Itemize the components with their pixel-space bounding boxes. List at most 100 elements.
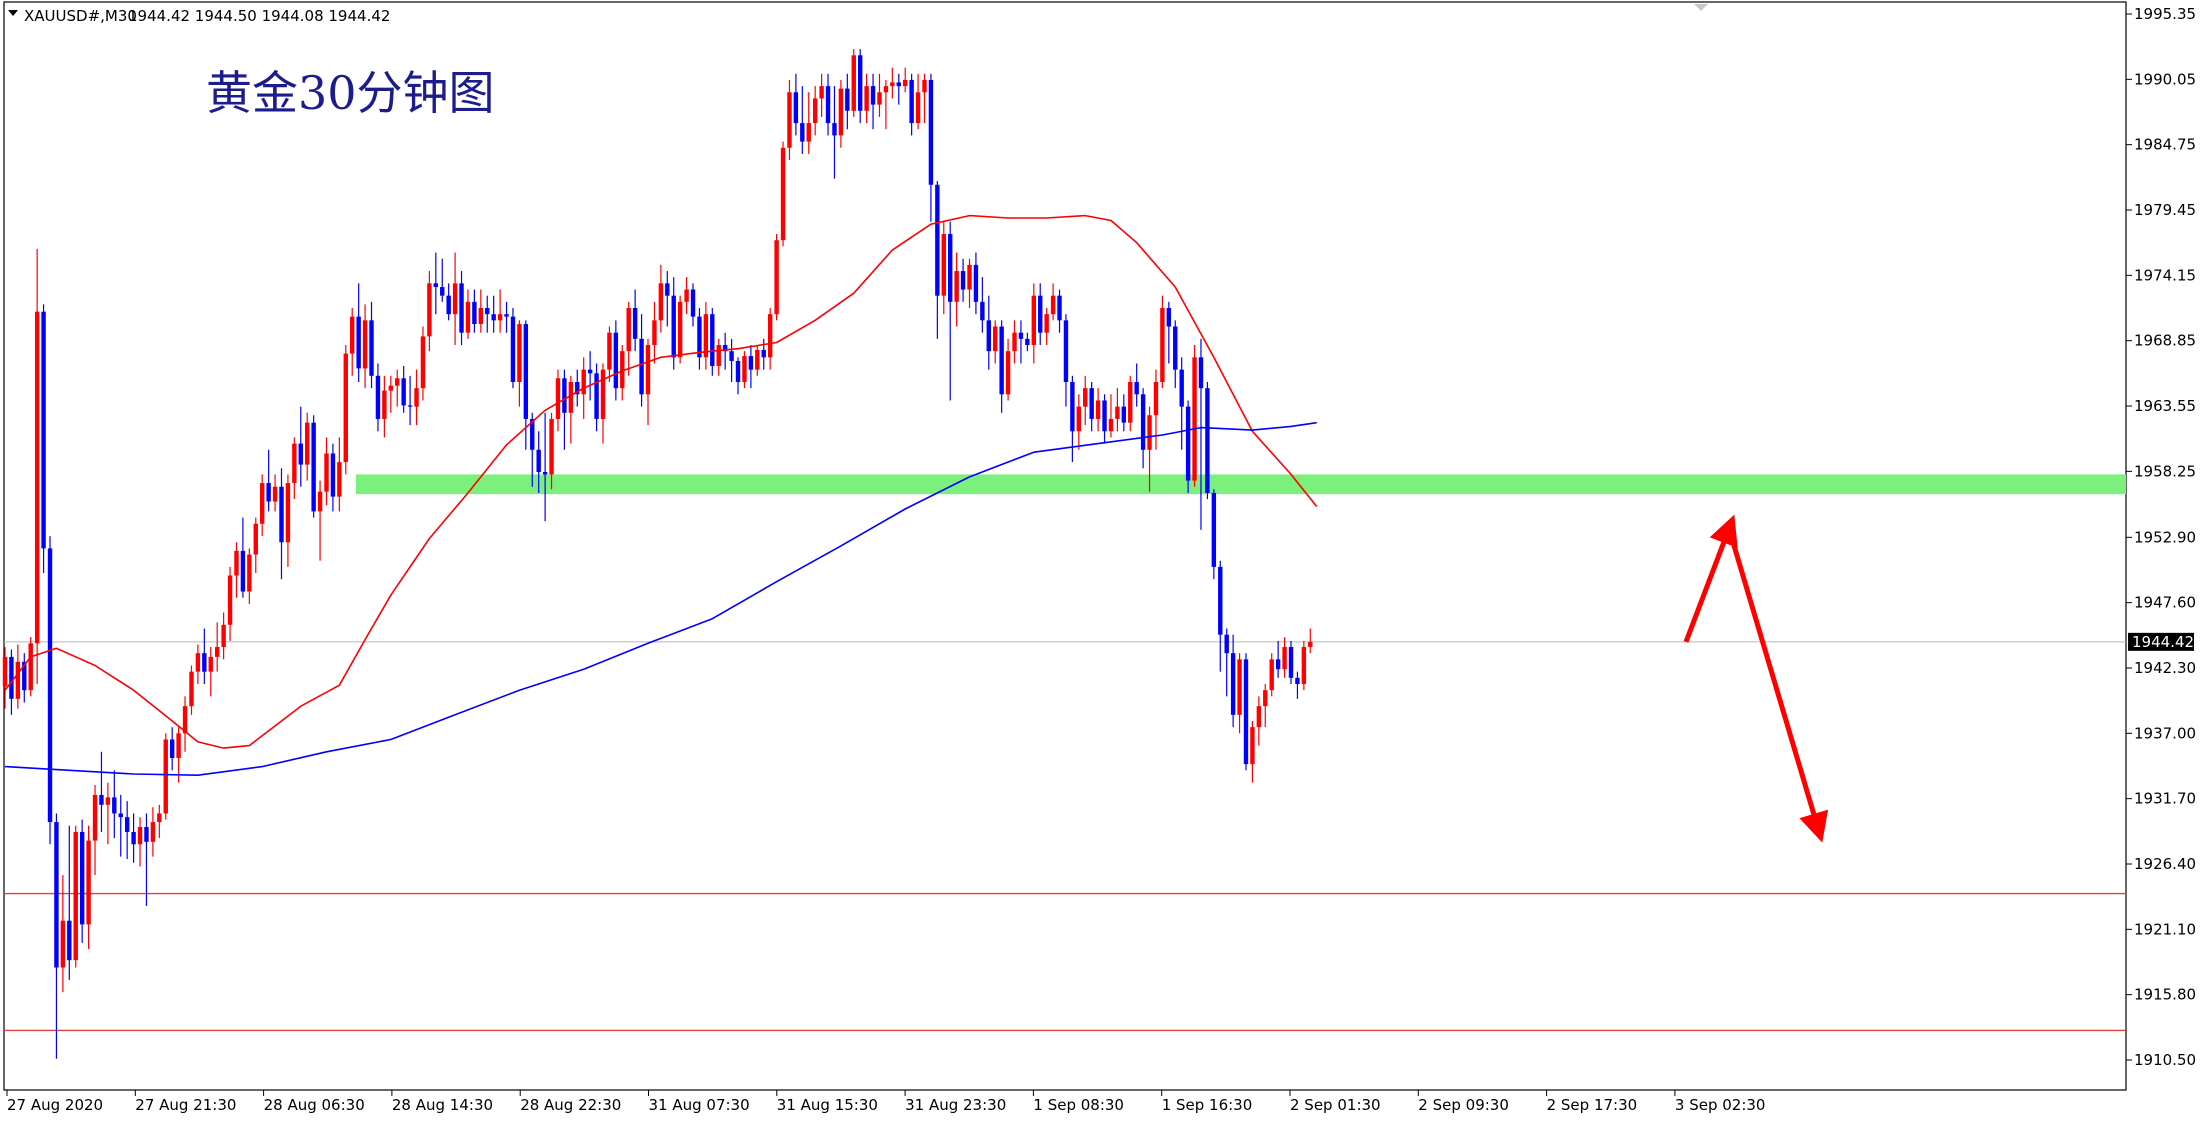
y-tick-label: 1958.25 bbox=[2134, 462, 2196, 480]
candle-body bbox=[607, 332, 612, 370]
candle-body bbox=[330, 453, 336, 497]
candle-body bbox=[202, 653, 207, 672]
candle-body bbox=[1121, 406, 1127, 423]
candle-body bbox=[999, 326, 1004, 395]
candle-body bbox=[240, 550, 246, 592]
candle-body bbox=[1102, 400, 1107, 432]
candle-body bbox=[497, 314, 503, 321]
candle-body bbox=[189, 671, 194, 707]
candle-body bbox=[343, 353, 348, 463]
y-tick-label: 1990.05 bbox=[2134, 70, 2196, 88]
candle-body bbox=[755, 349, 760, 370]
time-axis[interactable]: 27 Aug 2020 27 Aug 21:30 28 Aug 06:30 28 Au… bbox=[6, 1090, 1765, 1114]
candle-body bbox=[883, 86, 889, 93]
candle-body bbox=[105, 797, 111, 805]
candle-body bbox=[157, 813, 162, 823]
candle bbox=[774, 234, 779, 321]
x-tick-label: 1 Sep 08:30 bbox=[1033, 1096, 1124, 1114]
candle-body bbox=[825, 86, 831, 124]
candle-body bbox=[954, 271, 959, 302]
candle-body bbox=[652, 320, 657, 345]
candle-body bbox=[305, 422, 310, 465]
candle-body bbox=[1070, 381, 1075, 432]
candle-body bbox=[388, 385, 393, 391]
candle-body bbox=[260, 483, 265, 524]
y-tick-label: 1947.60 bbox=[2134, 594, 2196, 612]
candle-body bbox=[221, 624, 226, 648]
candle-body bbox=[941, 234, 946, 296]
candle-body bbox=[427, 283, 432, 337]
candle-body bbox=[742, 356, 747, 382]
x-tick-label: 1 Sep 16:30 bbox=[1162, 1096, 1253, 1114]
candle-body bbox=[1243, 659, 1249, 765]
y-tick-label: 1974.15 bbox=[2134, 266, 2196, 284]
candle-body bbox=[993, 326, 998, 352]
candle-body bbox=[465, 301, 471, 333]
y-tick-label: 1952.90 bbox=[2134, 528, 2196, 546]
candle-body bbox=[459, 283, 464, 333]
candle-body bbox=[124, 817, 130, 832]
candle-body bbox=[581, 369, 586, 395]
candle-body bbox=[780, 147, 786, 241]
candle-body bbox=[362, 320, 368, 369]
y-tick-label: 1937.00 bbox=[2134, 724, 2196, 742]
candle-body bbox=[710, 314, 715, 366]
candle bbox=[1269, 653, 1274, 697]
candle bbox=[47, 536, 53, 845]
candle-body bbox=[594, 373, 599, 419]
candle-body bbox=[1063, 320, 1069, 382]
y-tick-label: 1968.85 bbox=[2134, 332, 2196, 350]
candle-body bbox=[915, 92, 921, 124]
candle-body bbox=[1250, 727, 1255, 765]
candle-body bbox=[665, 283, 670, 296]
price-chart[interactable]: 1995.35 1990.05 1984.75 1979.45 1974.15 1968.… bbox=[0, 0, 2202, 1121]
candle-body bbox=[1185, 406, 1191, 481]
y-tick-label: 1995.35 bbox=[2134, 5, 2196, 23]
price-axis[interactable]: 1995.35 1990.05 1984.75 1979.45 1974.15 1968.… bbox=[2126, 5, 2196, 1069]
candle-body bbox=[395, 378, 400, 386]
candle-body bbox=[99, 794, 104, 805]
candle-body bbox=[857, 55, 863, 111]
candle-body bbox=[67, 920, 72, 961]
candle-body bbox=[227, 575, 233, 625]
x-tick-label: 2 Sep 09:30 bbox=[1418, 1096, 1509, 1114]
candle-body bbox=[1160, 308, 1165, 382]
candle-body bbox=[1295, 677, 1300, 685]
candle-body bbox=[793, 92, 799, 124]
candle-body bbox=[626, 308, 631, 352]
candle-body bbox=[317, 491, 323, 512]
x-tick-label: 2 Sep 17:30 bbox=[1547, 1096, 1638, 1114]
candle-body bbox=[1263, 690, 1268, 707]
candle-body bbox=[774, 240, 779, 315]
candle-body bbox=[1057, 295, 1062, 321]
candle-body bbox=[980, 301, 985, 321]
candle-body bbox=[73, 831, 78, 961]
candle-body bbox=[1192, 357, 1197, 481]
candle-body bbox=[787, 92, 792, 148]
y-tick-label: 1984.75 bbox=[2134, 136, 2196, 154]
candle-body bbox=[60, 920, 66, 968]
candle-body bbox=[1076, 406, 1082, 432]
x-tick-label: 31 Aug 23:30 bbox=[905, 1096, 1006, 1114]
candle-body bbox=[279, 486, 284, 543]
candle-body bbox=[1179, 369, 1184, 407]
candle-body bbox=[542, 471, 548, 475]
candle-body bbox=[555, 378, 561, 419]
x-tick-label: 27 Aug 21:30 bbox=[135, 1096, 236, 1114]
candle-body bbox=[613, 332, 619, 389]
candle-body bbox=[247, 554, 252, 592]
candle-body bbox=[645, 344, 651, 395]
candle-body bbox=[350, 316, 355, 354]
candle-body bbox=[1198, 357, 1204, 389]
candle-body bbox=[272, 486, 278, 502]
candle-body bbox=[407, 405, 413, 407]
candle-body bbox=[1140, 394, 1146, 450]
candle-body bbox=[324, 453, 329, 492]
candle bbox=[710, 308, 715, 376]
x-tick-label: 28 Aug 22:30 bbox=[520, 1096, 621, 1114]
candle-body bbox=[9, 656, 14, 699]
chart-title: 黄金30分钟图 bbox=[206, 66, 495, 120]
candle-body bbox=[838, 88, 844, 136]
candle-body bbox=[382, 390, 387, 419]
candle-body bbox=[890, 82, 895, 87]
